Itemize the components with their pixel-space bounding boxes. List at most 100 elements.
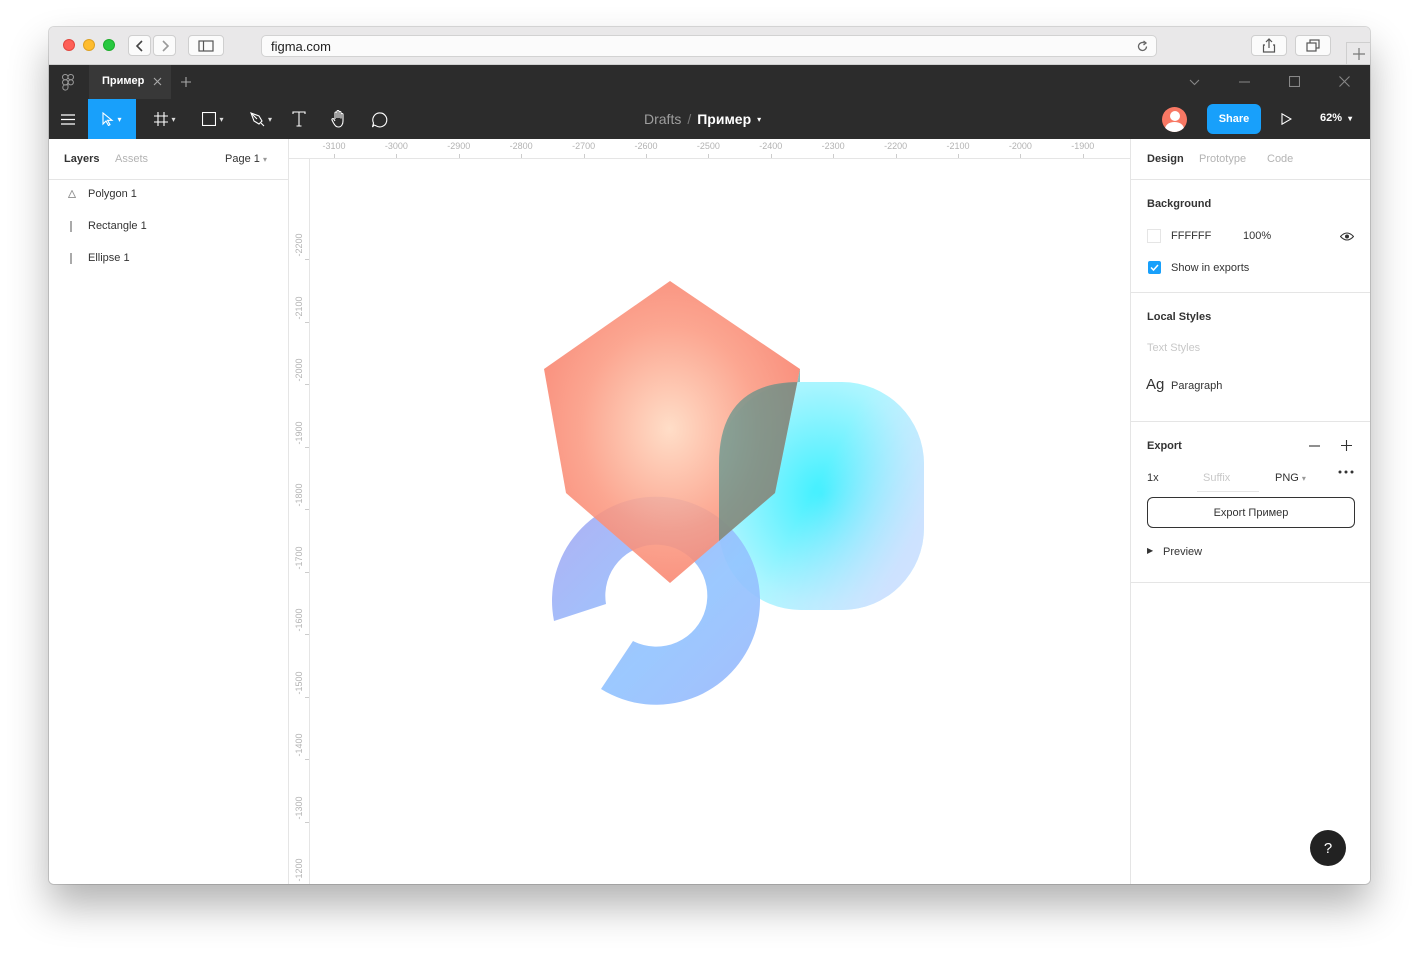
add-tab-icon[interactable] — [181, 77, 191, 87]
avatar[interactable] — [1162, 107, 1187, 132]
file-menu-caret-icon[interactable]: ▾ — [757, 111, 761, 127]
background-hex[interactable]: FFFFFF — [1171, 230, 1211, 242]
text-style-sample: Ag — [1146, 376, 1165, 393]
pen-tool-button[interactable]: ▾ — [241, 99, 281, 139]
ruler-label: -1900 — [294, 420, 304, 445]
close-tab-icon[interactable] — [153, 77, 162, 86]
tab-layers[interactable]: Layers — [64, 153, 99, 165]
canvas[interactable] — [310, 159, 1130, 884]
checkmark-icon — [1150, 264, 1159, 272]
polygon-icon — [68, 190, 76, 198]
background-opacity[interactable]: 100% — [1243, 230, 1271, 242]
address-bar[interactable]: figma.com — [261, 35, 1157, 57]
layer-item-polygon[interactable]: Polygon 1 — [49, 179, 288, 211]
design-panel-tabs: Design Prototype Code — [1131, 139, 1370, 180]
main-menu-button[interactable] — [49, 99, 87, 139]
avatar-body — [1165, 122, 1184, 132]
close-window-button[interactable] — [63, 39, 75, 51]
ruler-tick — [305, 384, 309, 385]
forward-button[interactable] — [153, 35, 176, 56]
tabs-overview-button[interactable] — [1295, 35, 1331, 56]
new-tab-button[interactable] — [1346, 42, 1370, 65]
show-in-exports-checkbox[interactable] — [1148, 261, 1161, 274]
horizontal-ruler: -3100 -3000 -2900 -2800 -2700 -2600 -2500 -2400… — [289, 139, 1130, 159]
close-app-icon[interactable] — [1339, 76, 1350, 87]
background-title: Background — [1147, 198, 1212, 210]
maximize-app-icon[interactable] — [1289, 76, 1300, 87]
layer-name: Rectangle 1 — [88, 220, 147, 232]
url-text: figma.com — [271, 39, 331, 54]
background-section: Background FFFFFF 100% Show in exports — [1131, 180, 1370, 293]
present-play-icon[interactable] — [1281, 113, 1292, 125]
tab-assets[interactable]: Assets — [115, 153, 148, 165]
export-title: Export — [1147, 440, 1182, 452]
ruler-label: -2100 — [946, 141, 970, 151]
export-format-dropdown[interactable]: PNG ▾ — [1275, 472, 1306, 484]
breadcrumb-file[interactable]: Пример — [697, 111, 751, 127]
share-button[interactable]: Share — [1207, 104, 1261, 134]
ruler-label: -1700 — [294, 545, 304, 570]
layer-item-rectangle[interactable]: Rectangle 1 — [49, 211, 288, 243]
ruler-label: -2700 — [572, 141, 596, 151]
background-color-swatch[interactable] — [1147, 229, 1161, 243]
eye-icon[interactable] — [1340, 232, 1354, 241]
chevron-down-icon[interactable] — [1189, 79, 1200, 86]
text-style-item[interactable]: Ag Paragraph — [1131, 370, 1370, 402]
hand-icon — [331, 110, 344, 128]
minimize-app-icon[interactable] — [1239, 81, 1250, 83]
share-icon — [1262, 38, 1276, 53]
sidebar-icon — [198, 39, 214, 52]
minimize-window-button[interactable] — [83, 39, 95, 51]
zoom-level: 62% — [1320, 112, 1343, 124]
ruler-label: -2200 — [884, 141, 908, 151]
rectangle-icon — [202, 112, 217, 126]
shape-tool-button[interactable]: ▾ — [193, 99, 233, 139]
share-page-button[interactable] — [1251, 35, 1287, 56]
layer-name: Polygon 1 — [88, 188, 137, 200]
text-tool-button[interactable] — [287, 99, 311, 139]
more-options-icon[interactable] — [1338, 470, 1354, 474]
reload-icon[interactable] — [1136, 40, 1149, 53]
hand-tool-button[interactable] — [327, 99, 351, 139]
help-button[interactable]: ? — [1310, 830, 1346, 866]
ruler-tick — [895, 154, 897, 158]
figma-toolbar: ▾ ▾ ▾ ▾ Drafts / Пример ▾ Share 62% ▾ — [49, 99, 1370, 139]
ruler-tick — [305, 696, 309, 698]
sidebar-toggle-button[interactable] — [188, 35, 224, 56]
tab-code[interactable]: Code — [1267, 153, 1293, 165]
pen-icon — [250, 111, 265, 126]
comment-tool-button[interactable] — [367, 99, 391, 139]
file-tab[interactable]: Пример — [89, 65, 171, 99]
show-in-exports-label: Show in exports — [1171, 262, 1250, 274]
pen-tool-caret-icon: ▾ — [267, 114, 272, 124]
add-export-icon[interactable] — [1341, 440, 1352, 451]
ruler-tick — [305, 509, 309, 510]
plus-icon — [1352, 48, 1365, 60]
export-scale[interactable]: 1x — [1147, 472, 1159, 484]
remove-export-icon[interactable] — [1309, 445, 1320, 447]
move-tool-button[interactable]: ▾ — [88, 99, 136, 139]
zoom-dropdown[interactable]: 62% ▾ — [1320, 112, 1352, 124]
preview-toggle[interactable]: ▶ Preview — [1147, 545, 1267, 561]
ruler-tick — [305, 321, 309, 323]
ruler-tick — [305, 759, 309, 760]
layer-item-ellipse[interactable]: Ellipse 1 — [49, 243, 288, 275]
back-button[interactable] — [128, 35, 151, 56]
layer-name: Ellipse 1 — [88, 252, 130, 264]
breadcrumb-folder[interactable]: Drafts — [644, 111, 681, 127]
page-selector[interactable]: Page 1 ▾ — [225, 153, 267, 165]
vertical-ruler: -2200 -2100 -2000 -1900 -1800 -1700 -1600 -1500… — [289, 159, 310, 884]
tab-prototype[interactable]: Prototype — [1199, 153, 1246, 165]
ruler-label: -3000 — [384, 141, 408, 151]
figma-logo-icon[interactable] — [62, 74, 74, 91]
export-button[interactable]: Export Пример — [1147, 497, 1355, 528]
frame-tool-button[interactable]: ▾ — [145, 99, 185, 139]
ruler-tick — [1082, 154, 1084, 158]
figma-title-bar: Пример — [49, 65, 1370, 99]
export-suffix-input[interactable]: Suffix — [1197, 466, 1259, 492]
breadcrumb-separator: / — [687, 111, 692, 127]
ruler-tick — [708, 154, 710, 158]
export-format-caret-icon: ▾ — [1301, 474, 1306, 483]
maximize-window-button[interactable] — [103, 39, 115, 51]
tab-design[interactable]: Design — [1147, 153, 1184, 165]
